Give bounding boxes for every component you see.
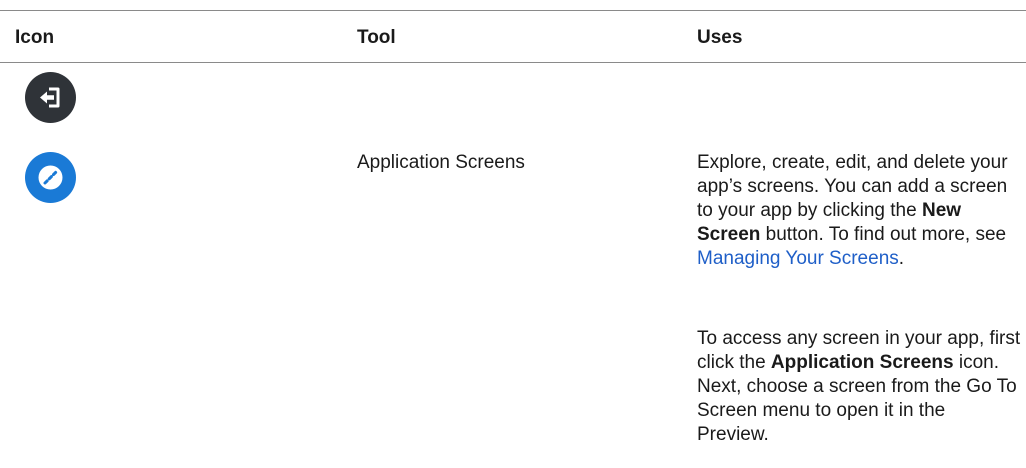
application-screens-label: Application Screens bbox=[770, 352, 954, 373]
header-uses: Uses bbox=[697, 27, 743, 48]
header-tool: Tool bbox=[357, 27, 396, 48]
application-screens-icon[interactable] bbox=[25, 152, 76, 203]
managing-your-screens-link[interactable]: Managing Your Screens bbox=[697, 248, 899, 269]
header-icon: Icon bbox=[15, 27, 55, 48]
uses-text: . bbox=[898, 248, 905, 269]
uses-text: button. To find out more, see bbox=[760, 224, 1007, 245]
uses-access-instructions: To access any screen in your app, first … bbox=[697, 327, 1022, 447]
back-arrow-icon[interactable] bbox=[25, 72, 76, 123]
table-top-rule bbox=[0, 10, 1026, 11]
header-rule bbox=[0, 62, 1026, 63]
uses-description: Explore, create, edit, and delete your a… bbox=[697, 151, 1022, 271]
tool-application-screens: Application Screens bbox=[357, 152, 525, 173]
